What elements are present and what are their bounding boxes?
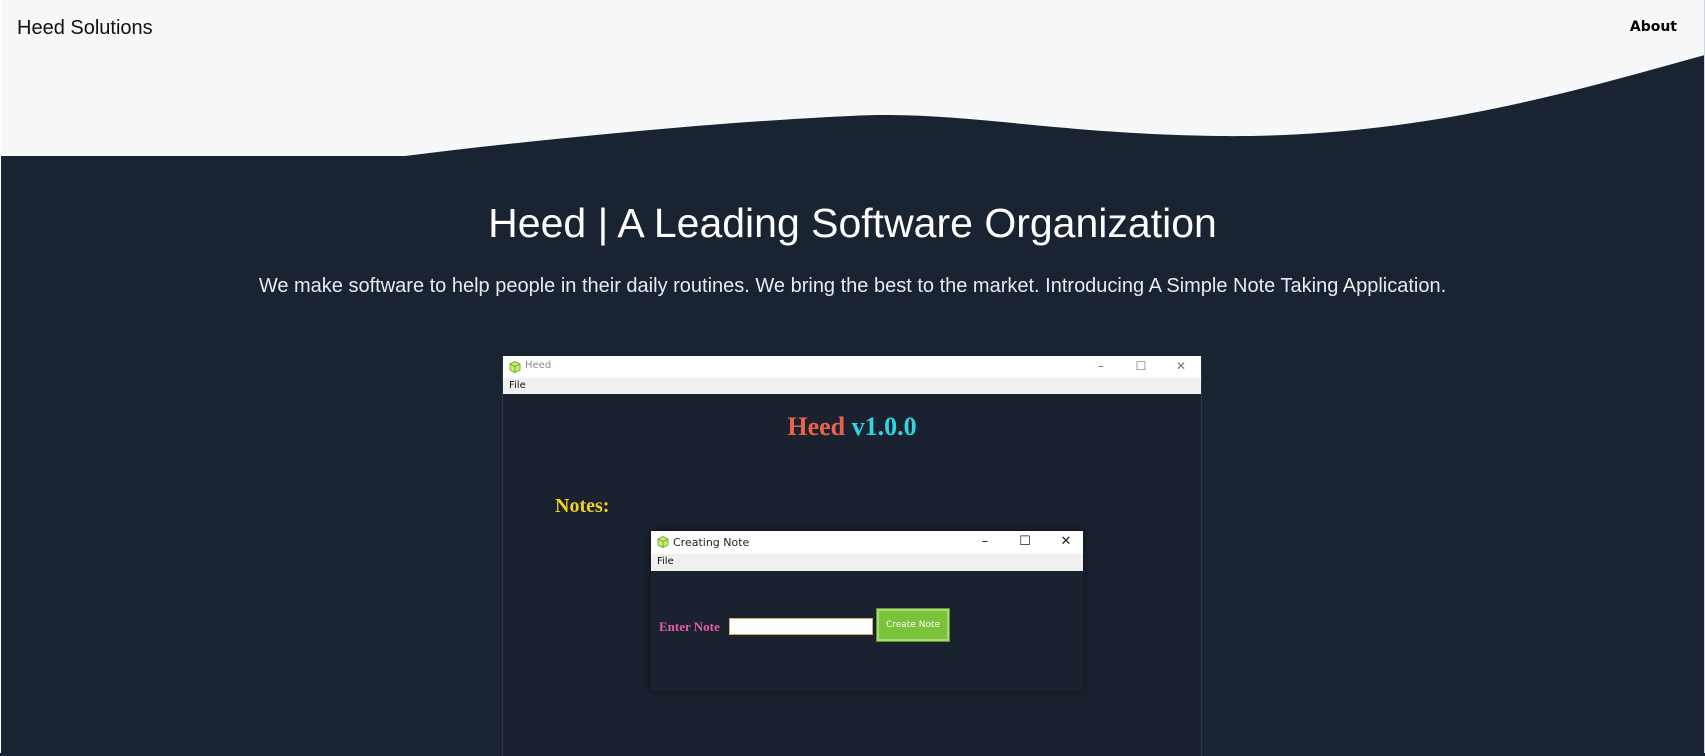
note-input[interactable] (729, 618, 873, 635)
minimize-icon[interactable]: – (1094, 359, 1108, 373)
site-header: Heed Solutions About (0, 0, 1705, 160)
dialog-titlebar: Creating Note – ☐ ✕ (651, 531, 1083, 554)
app-window-title: Heed (525, 360, 552, 371)
dialog-minimize-icon[interactable]: – (978, 535, 992, 549)
maximize-icon[interactable]: ☐ (1134, 359, 1148, 373)
dialog-menubar: File (651, 554, 1083, 571)
dialog-menu-file[interactable]: File (657, 556, 674, 567)
creating-note-dialog: Creating Note – ☐ ✕ File Enter Note Crea… (651, 531, 1083, 691)
brand-logo-text[interactable]: Heed Solutions (17, 17, 153, 40)
app-menubar: File (503, 378, 1201, 394)
enter-note-label: Enter Note (659, 619, 720, 634)
nav-about-link[interactable]: About (1630, 19, 1677, 35)
green-cube-icon (657, 535, 669, 553)
header-wave (0, 0, 1705, 156)
hero-subtitle: We make software to help people in their… (258, 275, 1447, 297)
app-titlebar: Heed – ☐ ✕ (503, 356, 1201, 378)
create-note-button[interactable]: Create Note (876, 608, 950, 642)
notes-label: Notes: (555, 495, 610, 517)
green-cube-icon (509, 360, 521, 378)
dialog-title: Creating Note (673, 536, 750, 549)
app-heading-version: v1.0.0 (851, 412, 917, 441)
dialog-close-icon[interactable]: ✕ (1059, 535, 1073, 549)
close-icon[interactable]: ✕ (1174, 359, 1188, 373)
hero-title: Heed | A Leading Software Organization (488, 200, 1217, 246)
menu-file[interactable]: File (509, 380, 526, 391)
dialog-maximize-icon[interactable]: ☐ (1018, 535, 1032, 549)
app-heading-name: Heed (787, 412, 846, 441)
app-window-screenshot: Heed – ☐ ✕ File Heed v1.0.0 Notes: Creat… (502, 356, 1202, 756)
app-heading: Heed v1.0.0 (503, 412, 1201, 442)
